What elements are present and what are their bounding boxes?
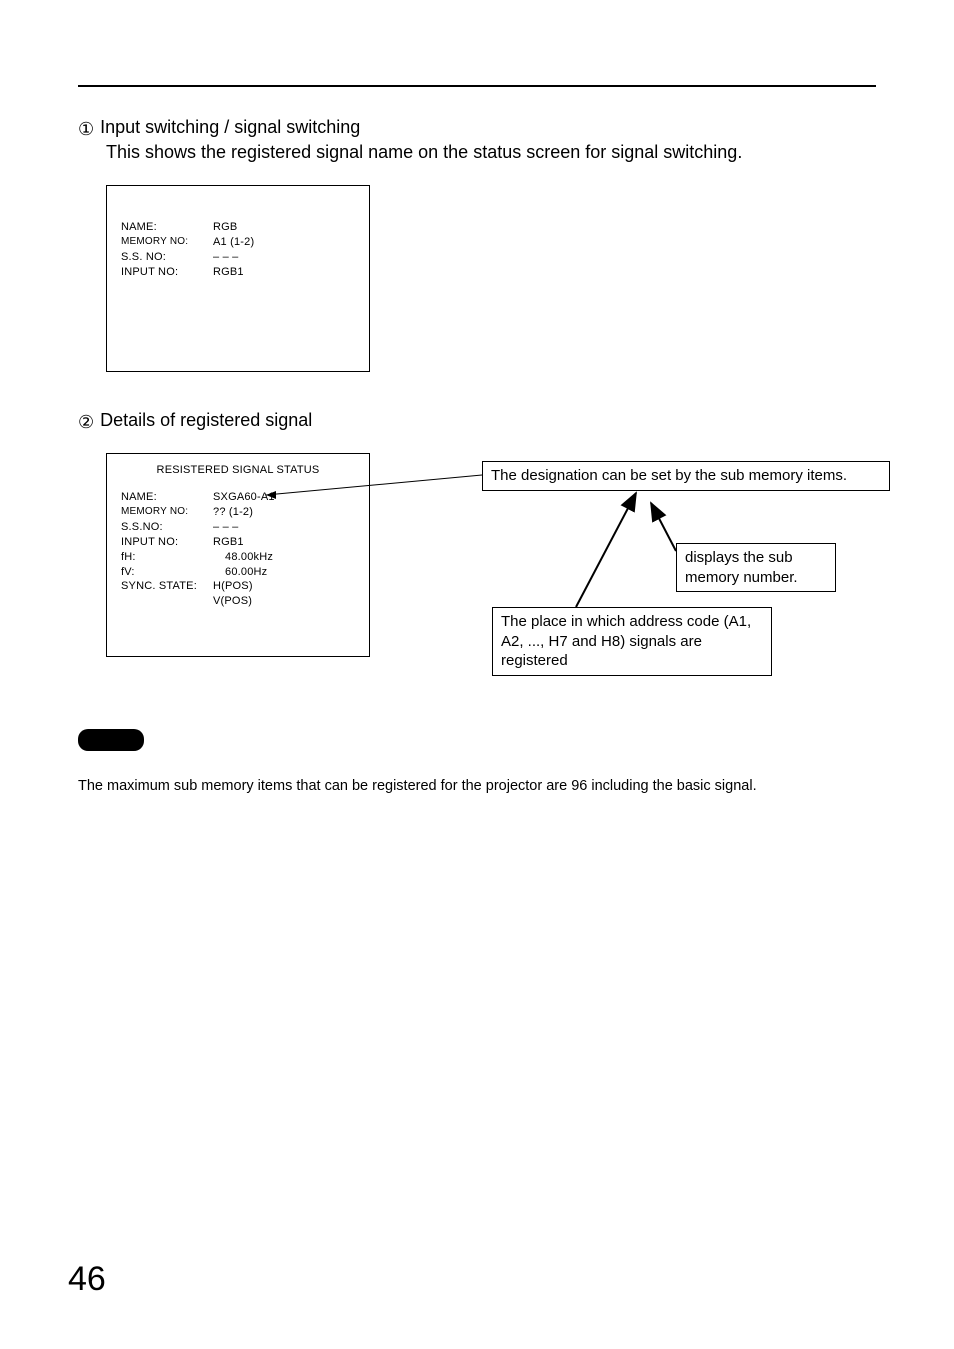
diagram-area: RESISTERED SIGNAL STATUS NAME:SXGA60-A1 … (106, 453, 876, 673)
callout-submemory: displays the sub memory number. (676, 543, 836, 592)
p2-k6: SYNC. STATE: (121, 579, 213, 594)
panel2-heading: RESISTERED SIGNAL STATUS (121, 464, 355, 476)
p1-v0: RGB (213, 220, 355, 235)
p2-v4: 48.00kHz (213, 550, 355, 565)
p1-k2: S.S. NO: (121, 250, 213, 265)
callout-address-code: The place in which address code (A1, A2,… (492, 607, 772, 676)
callout-designation: The designation can be set by the sub me… (482, 461, 890, 491)
p2-v3: RGB1 (213, 535, 355, 550)
p2-k3: INPUT NO: (121, 535, 213, 550)
p2-v6: H(POS) (213, 579, 355, 594)
p1-v2: – – – (213, 250, 355, 265)
p2-k5: fV: (121, 565, 213, 580)
note-text: The maximum sub memory items that can be… (78, 778, 876, 794)
p1-k1: MEMORY NO: (121, 235, 213, 250)
p2-k4: fH: (121, 550, 213, 565)
p2-v1: ?? (1-2) (213, 505, 355, 520)
section2-title: Details of registered signal (100, 410, 312, 431)
p1-v1: A1 (1-2) (213, 235, 355, 250)
p2-v0: SXGA60-A1 (213, 490, 355, 505)
p2-k1: MEMORY NO: (121, 505, 213, 520)
p2-k7 (121, 594, 213, 609)
note-pill-icon (78, 729, 144, 751)
page-number: 46 (68, 1260, 106, 1299)
p1-k0: NAME: (121, 220, 213, 235)
p2-v5: 60.00Hz (213, 565, 355, 580)
p1-v3: RGB1 (213, 265, 355, 280)
p1-k3: INPUT NO: (121, 265, 213, 280)
panel-input-switching: NAME:RGB MEMORY NO:A1 (1-2) S.S. NO:– – … (106, 185, 370, 372)
top-divider (78, 85, 876, 87)
p2-k0: NAME: (121, 490, 213, 505)
section1-desc: This shows the registered signal name on… (106, 142, 876, 163)
section1-marker: ① (78, 117, 94, 142)
p2-v7: V(POS) (213, 594, 355, 609)
panel-registered-signal: RESISTERED SIGNAL STATUS NAME:SXGA60-A1 … (106, 453, 370, 657)
section2-marker: ② (78, 410, 94, 435)
p2-v2: – – – (213, 520, 355, 535)
section1-title: Input switching / signal switching (100, 117, 360, 138)
p2-k2: S.S.NO: (121, 520, 213, 535)
